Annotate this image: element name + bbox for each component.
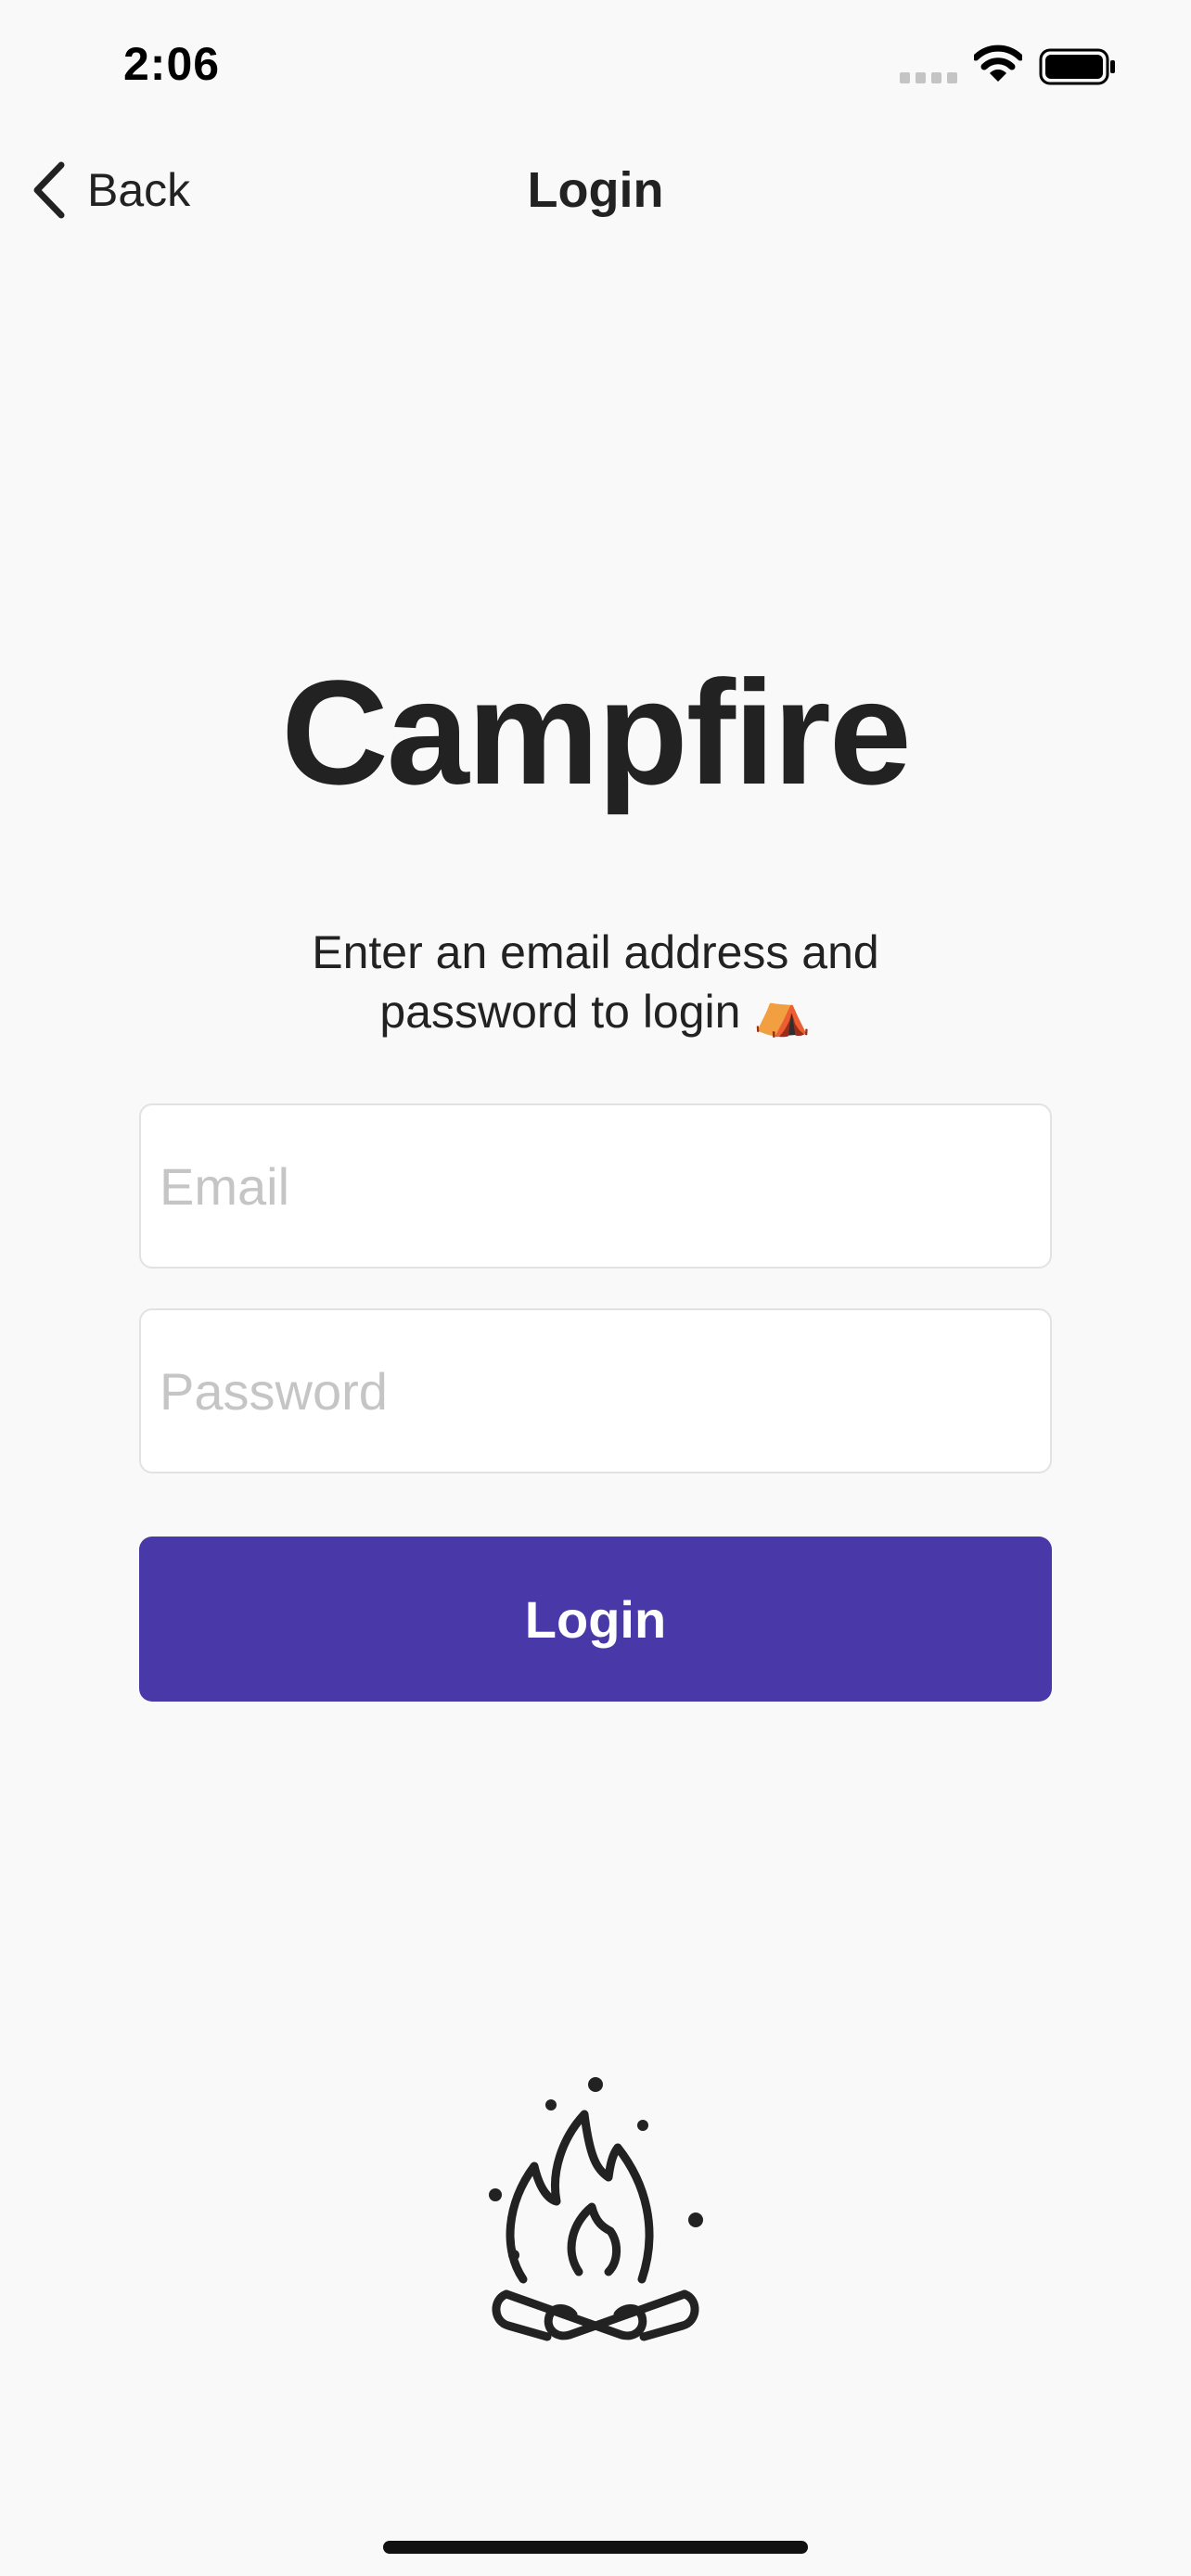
login-button[interactable]: Login (139, 1537, 1052, 1702)
status-time: 2:06 (123, 38, 221, 90)
status-bar: 2:06 (0, 0, 1191, 130)
battery-icon (1039, 48, 1115, 85)
nav-bar: Back Login (0, 130, 1191, 250)
home-indicator[interactable] (383, 2541, 808, 2554)
app-title: Campfire (281, 649, 912, 815)
wifi-icon (974, 45, 1022, 82)
tent-emoji: ⛺ (753, 986, 812, 1038)
password-field[interactable] (139, 1308, 1052, 1473)
campfire-icon (489, 2077, 703, 2341)
nav-title: Login (527, 162, 664, 218)
subtitle-line-1: Enter an email address and (312, 926, 879, 978)
signal-icon (900, 72, 957, 83)
subtitle: Enter an email address and password to l… (224, 923, 967, 1041)
subtitle-line-2: password to login (379, 986, 741, 1038)
email-field[interactable] (139, 1103, 1052, 1269)
